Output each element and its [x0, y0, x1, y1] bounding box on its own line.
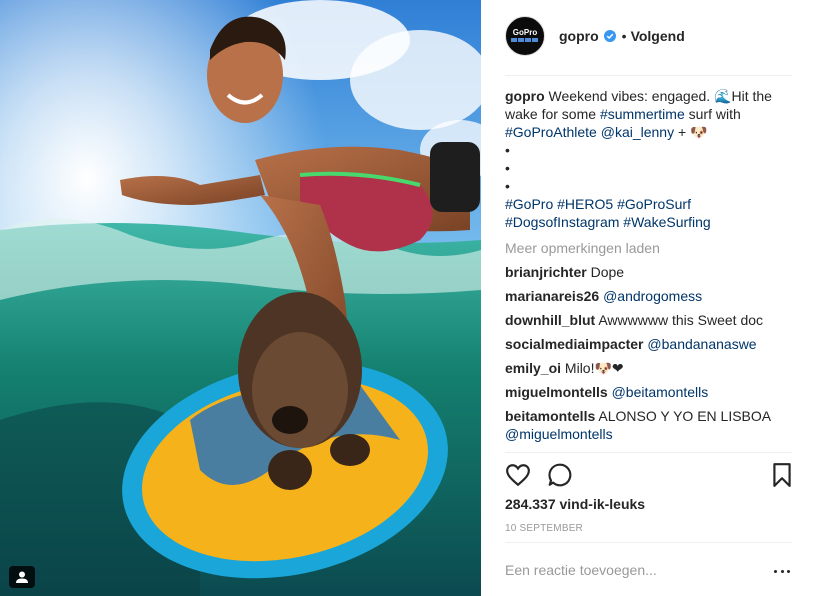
post-author-username[interactable]: gopro [559, 28, 599, 44]
speech-bubble-icon [548, 463, 572, 487]
action-bar [505, 462, 792, 492]
comment-username[interactable]: brianjrichter [505, 264, 587, 280]
caption-line: gopro Weekend vibes: engaged. 🌊Hit the [505, 87, 792, 105]
text-segment: wake for some [505, 106, 600, 122]
text-segment: surf with [684, 106, 741, 122]
hashtag-link[interactable]: #HERO5 [557, 196, 613, 212]
surf-dog-photo [0, 0, 481, 596]
comment-item: emily_oi Milo!🐶❤ [505, 359, 792, 377]
comment-username[interactable]: miguelmontells [505, 384, 608, 400]
text-segment: • [505, 160, 510, 176]
mention-link[interactable]: @androgomess [603, 288, 702, 304]
caption-line: • [505, 159, 792, 177]
load-more-comments-link[interactable]: Meer opmerkingen laden [505, 239, 792, 257]
comment-item: miguelmontells @beitamontells [505, 383, 792, 401]
comment-username[interactable]: beitamontells [505, 408, 595, 424]
ellipsis-icon [774, 569, 777, 573]
comment-input-divider [505, 542, 792, 543]
text-segment: + 🐶 [674, 124, 708, 140]
avatar[interactable]: GoPro [505, 16, 545, 56]
comment-username[interactable]: socialmediaimpacter [505, 336, 644, 352]
instagram-post: GoPro gopro • Volgend gopro Weekend vibe… [0, 0, 814, 596]
save-button[interactable] [771, 462, 793, 488]
gopro-logo: GoPro [511, 28, 538, 42]
follow-status-button[interactable]: Volgend [631, 28, 685, 44]
text-segment: Awwwwww this Sweet doc [598, 312, 764, 328]
comment-list: brianjrichter Dope marianareis26 @androgo… [505, 263, 792, 443]
text-segment: Milo!🐶❤ [564, 360, 624, 376]
text-segment: Weekend vibes: engaged. 🌊Hit the [544, 88, 772, 104]
caption-line: • [505, 141, 792, 159]
text-segment: • [505, 178, 510, 194]
hashtag-link[interactable]: #GoProSurf [617, 196, 691, 212]
comment-item: beitamontells ALONSO Y YO EN LISBOA @migu… [505, 407, 792, 443]
comment-item: socialmediaimpacter @bandananaswe [505, 335, 792, 353]
mention-link[interactable]: @beitamontells [612, 384, 709, 400]
caption-line: #GoPro #HERO5 #GoProSurf [505, 195, 792, 213]
caption-line: #DogsofInstagram #WakeSurfing [505, 213, 792, 231]
bookmark-icon [773, 463, 791, 487]
comment-item: brianjrichter Dope [505, 263, 792, 281]
mention-link[interactable]: @kai_lenny [601, 124, 674, 140]
caption-line: • [505, 177, 792, 195]
hashtag-link[interactable]: #WakeSurfing [623, 214, 710, 230]
header-separator: • [621, 28, 627, 44]
comment-username[interactable]: emily_oi [505, 360, 561, 376]
comments-section: gopro Weekend vibes: engaged. 🌊Hit the wa… [505, 87, 792, 443]
hashtag-link[interactable]: #GoProAthlete [505, 124, 597, 140]
comment-item: marianareis26 @androgomess [505, 287, 792, 305]
ellipsis-dot [787, 569, 790, 573]
comment-button[interactable] [547, 462, 573, 488]
text-segment: ALONSO Y YO EN LISBOA [598, 408, 772, 424]
post-photo[interactable] [0, 0, 481, 596]
heart-icon [506, 464, 530, 487]
verified-badge-icon [603, 30, 616, 42]
post-date: 10 SEPTEMBER [505, 523, 583, 534]
text-segment: • [505, 142, 510, 158]
like-button[interactable] [505, 462, 531, 488]
hashtag-link[interactable]: #GoPro [505, 196, 553, 212]
post-side-panel: GoPro gopro • Volgend gopro Weekend vibe… [481, 0, 814, 596]
comment-username[interactable]: marianareis26 [505, 288, 599, 304]
ellipsis-dot [780, 569, 784, 573]
like-count[interactable]: 284.337 vind-ik-leuks [505, 496, 645, 512]
comment-username[interactable]: downhill_blut [505, 312, 595, 328]
comment-item: downhill_blut Awwwwww this Sweet doc [505, 311, 792, 329]
caption-line: wake for some #summertime surf with [505, 105, 792, 123]
post-caption: gopro Weekend vibes: engaged. 🌊Hit the wa… [505, 87, 792, 231]
user-tag-icon [16, 571, 28, 583]
actions-divider [505, 452, 792, 453]
caption-username[interactable]: gopro [505, 88, 545, 104]
add-comment-input[interactable] [505, 560, 767, 580]
header-divider [505, 75, 792, 76]
mention-link[interactable]: @miguelmontells [505, 426, 613, 442]
user-tag-button[interactable] [9, 566, 35, 588]
hashtag-link[interactable]: #DogsofInstagram [505, 214, 619, 230]
mention-link[interactable]: @bandananaswe [647, 336, 756, 352]
caption-line: #GoProAthlete @kai_lenny + 🐶 [505, 123, 792, 141]
more-options-button[interactable] [774, 566, 790, 576]
post-header: GoPro gopro • Volgend [505, 16, 685, 56]
text-segment: Dope [590, 264, 625, 280]
logo-text: GoPro [513, 28, 538, 37]
hashtag-link[interactable]: #summertime [600, 106, 685, 122]
